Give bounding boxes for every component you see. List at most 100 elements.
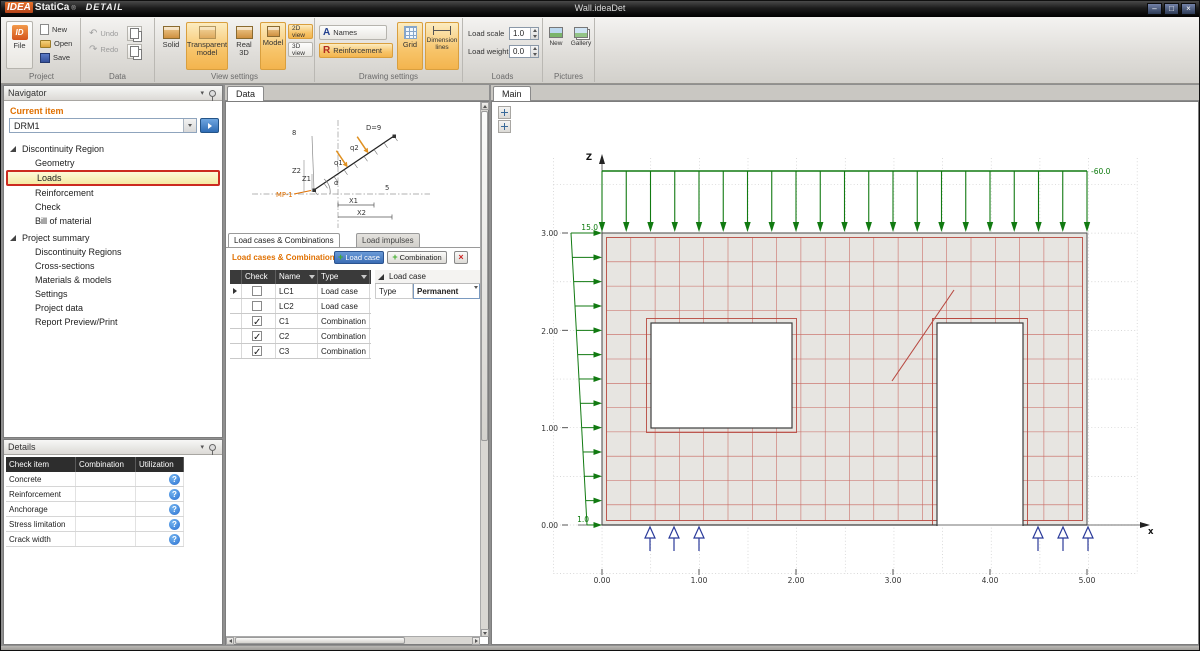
- help-icon[interactable]: ?: [169, 534, 180, 545]
- tree-item-cross-sections[interactable]: Cross-sections: [4, 259, 222, 273]
- zoom-fit-button[interactable]: [498, 106, 511, 119]
- real-3d-button[interactable]: Real 3D: [230, 22, 258, 70]
- solid-button[interactable]: Solid: [158, 22, 184, 70]
- data-vertical-scrollbar[interactable]: [480, 102, 488, 637]
- tree-item-bill-of-material[interactable]: Bill of material: [4, 214, 222, 228]
- expander-icon[interactable]: [10, 235, 16, 241]
- application-window: IDEA StatiCa ® DETAIL Wall.ideaDet – □ ×…: [0, 0, 1200, 651]
- tree-item-check[interactable]: Check: [4, 200, 222, 214]
- svg-text:X1: X1: [349, 197, 358, 205]
- row-checkbox[interactable]: [252, 301, 262, 311]
- data-horizontal-scrollbar[interactable]: [226, 636, 480, 644]
- dimension-lines-toggle[interactable]: Dimension lines: [425, 22, 459, 70]
- view-3d-button[interactable]: 3D view: [288, 42, 313, 57]
- help-icon[interactable]: ?: [169, 519, 180, 530]
- paste-data-button[interactable]: [127, 44, 142, 59]
- table-row[interactable]: C3 Combination: [230, 344, 371, 359]
- names-toggle[interactable]: A Names: [319, 25, 387, 40]
- tab-load-impulses[interactable]: Load impulses: [356, 233, 420, 248]
- picture-new-button[interactable]: New: [545, 23, 567, 69]
- current-item-dropdown[interactable]: DRM1: [9, 118, 197, 133]
- collapse-icon[interactable]: ▾: [200, 443, 204, 452]
- ribbon: ID File New Open Save Project ↶ Undo: [1, 17, 1199, 84]
- row-checkbox[interactable]: [252, 331, 262, 341]
- tab-load-cases-combinations[interactable]: Load cases & Combinations: [228, 233, 340, 248]
- go-to-item-button[interactable]: [200, 118, 219, 133]
- copy-data-button[interactable]: [127, 26, 142, 41]
- details-row-stress-limitation[interactable]: Stress limitation ?: [6, 517, 184, 532]
- help-icon[interactable]: ?: [169, 474, 180, 485]
- table-row[interactable]: C1 Combination: [230, 314, 371, 329]
- table-row[interactable]: C2 Combination: [230, 329, 371, 344]
- table-row[interactable]: LC1 Load case: [230, 284, 371, 299]
- row-checkbox[interactable]: [252, 346, 262, 356]
- tab-main[interactable]: Main: [493, 86, 531, 101]
- tree-item-geometry[interactable]: Geometry: [4, 156, 222, 170]
- add-load-case-button[interactable]: + Load case: [334, 251, 384, 264]
- tree-item-report-preview-print[interactable]: Report Preview/Print: [4, 315, 222, 329]
- load-scale-spin-arrows[interactable]: [530, 28, 538, 39]
- add-combination-button[interactable]: + Combination: [387, 251, 447, 264]
- expander-icon[interactable]: [10, 146, 16, 152]
- transparent-model-button[interactable]: Transparent model: [186, 22, 228, 70]
- redo-button[interactable]: ↷ Redo: [85, 43, 122, 56]
- scroll-down-button[interactable]: [481, 629, 489, 637]
- model-button[interactable]: Model: [260, 22, 286, 70]
- tree-item-project-data[interactable]: Project data: [4, 301, 222, 315]
- maximize-button[interactable]: □: [1164, 3, 1179, 15]
- table-row[interactable]: LC2 Load case: [230, 299, 371, 314]
- scroll-thumb[interactable]: [481, 111, 488, 441]
- tree-item-reinforcement[interactable]: Reinforcement: [4, 186, 222, 200]
- open-button[interactable]: Open: [36, 37, 76, 50]
- load-scale-input[interactable]: 1.0: [509, 27, 539, 40]
- tab-data[interactable]: Data: [227, 86, 264, 101]
- gallery-button[interactable]: Gallery: [569, 23, 593, 69]
- type-dropdown[interactable]: Permanent: [413, 284, 480, 299]
- file-button[interactable]: ID File: [6, 21, 33, 69]
- new-button[interactable]: New: [36, 23, 71, 36]
- properties-header[interactable]: Load case: [375, 270, 480, 284]
- tree-section-discontinuity-region[interactable]: Discontinuity Region: [4, 142, 222, 156]
- load-weight-spin-arrows[interactable]: [530, 46, 538, 57]
- model-cube-icon: [267, 26, 280, 37]
- ribbon-group-data: ↶ Undo ↷ Redo Data: [81, 18, 155, 82]
- tree-item-discontinuity-regions[interactable]: Discontinuity Regions: [4, 245, 222, 259]
- tree-item-settings[interactable]: Settings: [4, 287, 222, 301]
- tree-item-materials-models[interactable]: Materials & models: [4, 273, 222, 287]
- load-weight-input[interactable]: 0.0: [509, 45, 539, 58]
- scroll-right-button[interactable]: [472, 637, 480, 645]
- save-button[interactable]: Save: [36, 51, 74, 64]
- details-row-reinforcement[interactable]: Reinforcement ?: [6, 487, 184, 502]
- help-icon[interactable]: ?: [169, 504, 180, 515]
- collapse-icon[interactable]: ▾: [200, 89, 204, 98]
- tree-item-loads[interactable]: Loads: [6, 170, 220, 186]
- details-row-anchorage[interactable]: Anchorage ?: [6, 502, 184, 517]
- details-row-concrete[interactable]: Concrete ?: [6, 472, 184, 487]
- undo-button[interactable]: ↶ Undo: [85, 27, 122, 40]
- grid-toggle[interactable]: Grid: [397, 22, 423, 70]
- reinforcement-toggle[interactable]: R Reinforcement: [319, 43, 393, 58]
- help-icon[interactable]: ?: [169, 489, 180, 500]
- pin-icon[interactable]: [209, 444, 216, 451]
- scroll-left-button[interactable]: [226, 637, 234, 645]
- structure-drawing-canvas[interactable]: -60.0 15.0 1.0 Z x 0.00 1.00 2.00 3.00 4…: [492, 102, 1198, 644]
- delete-button[interactable]: ×: [454, 251, 468, 264]
- pin-icon[interactable]: [209, 90, 216, 97]
- close-button[interactable]: ×: [1181, 3, 1196, 15]
- view-2d-button[interactable]: 2D view: [288, 24, 313, 39]
- details-row-crack-width[interactable]: Crack width ?: [6, 532, 184, 547]
- row-checkbox[interactable]: [252, 286, 262, 296]
- dropdown-arrow-icon[interactable]: [183, 119, 196, 132]
- minimize-button[interactable]: –: [1147, 3, 1162, 15]
- undo-label: Undo: [100, 29, 118, 38]
- go-arrow-icon: [208, 123, 212, 129]
- filter-icon[interactable]: [309, 275, 315, 279]
- scroll-thumb[interactable]: [235, 637, 405, 644]
- row-checkbox[interactable]: [252, 316, 262, 326]
- filter-icon[interactable]: [361, 275, 367, 279]
- zoom-window-button[interactable]: [498, 120, 511, 133]
- scroll-up-button[interactable]: [481, 102, 489, 110]
- left-load-top-value: 15.0: [581, 223, 598, 232]
- tree-section-project-summary[interactable]: Project summary: [4, 231, 222, 245]
- view-2d-label: 2D view: [292, 25, 309, 39]
